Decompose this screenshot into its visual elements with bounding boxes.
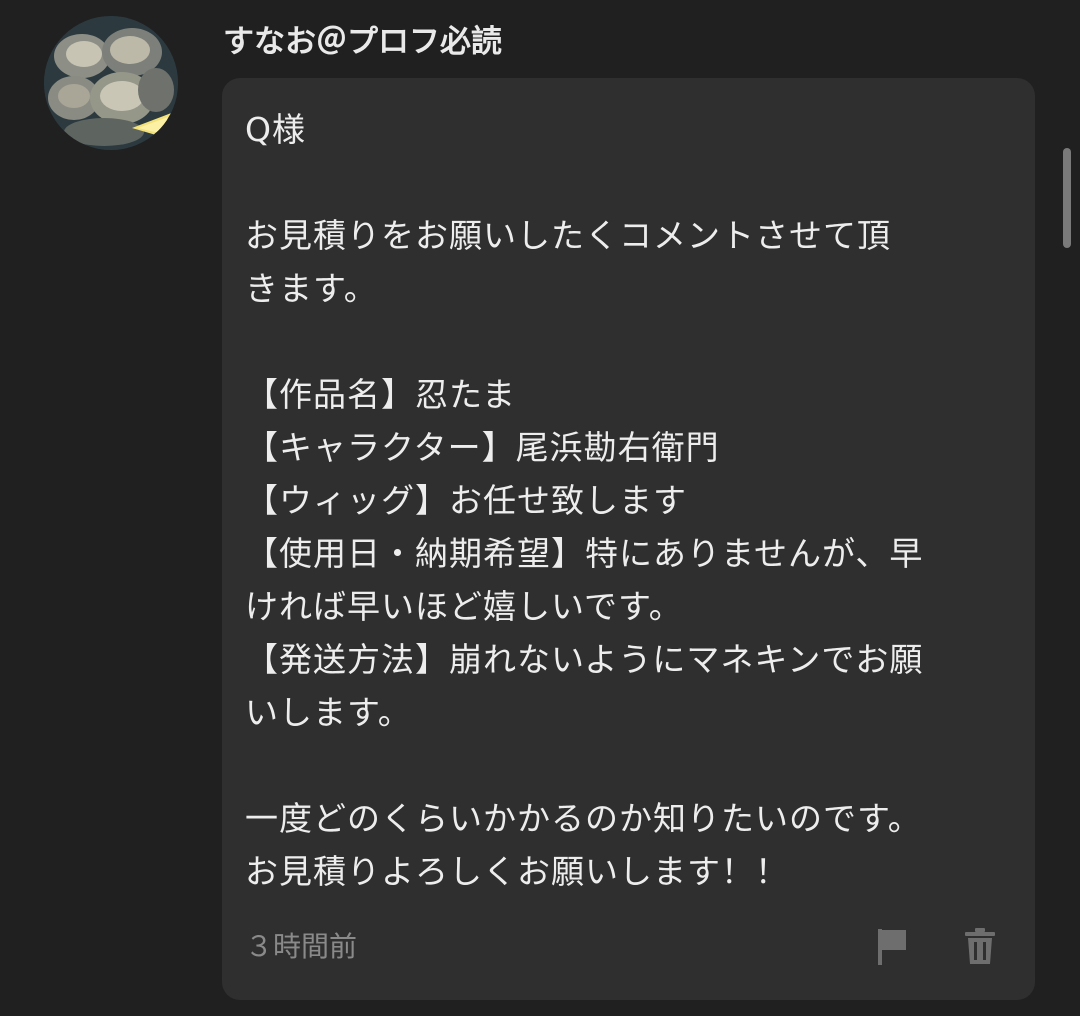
scrollbar-thumb[interactable] (1063, 148, 1071, 248)
delete-button[interactable] (956, 922, 1004, 970)
flag-icon (878, 929, 906, 965)
comment-line: 【使用日・納期希望】特にありませんが、早 (245, 534, 924, 573)
comment-line: お見積りよろしくお願いします！！ (245, 852, 789, 891)
trash-icon (965, 928, 995, 964)
comment-line (245, 156, 1015, 209)
comment-screen: すなお＠プロフ必読 Q様 お見積りをお願いしたくコメントさせて頂 きます。 【作… (0, 0, 1080, 1016)
comment-author-name[interactable]: すなお＠プロフ必読 (223, 18, 502, 66)
comment-line: Q様 (245, 110, 306, 149)
comment-line (245, 315, 1015, 368)
comment-line: いします。 (245, 693, 412, 732)
comment-line: ければ早いほど嬉しいです。 (245, 587, 683, 626)
comment-line: 【作品名】忍たま (245, 375, 517, 414)
oyster-avatar-image (44, 16, 178, 150)
comment-line: 【ウィッグ】お任せ致します (245, 481, 687, 520)
comment-line: 【発送方法】崩れないようにマネキンでお願 (245, 640, 924, 679)
comment-line: お見積りをお願いしたくコメントさせて頂 (245, 216, 891, 255)
comment-line: きます。 (245, 269, 378, 308)
comment-line: 【キャラクター】尾浜勘右衛門 (245, 428, 720, 467)
comment-line: 一度どのくらいかかるのか知りたいのです。 (245, 799, 922, 838)
comment-line (245, 739, 1015, 792)
comment-timestamp: ３時間前 (245, 930, 358, 963)
report-button[interactable] (868, 922, 916, 970)
user-avatar[interactable] (44, 16, 178, 150)
comment-body: Q様 お見積りをお願いしたくコメントさせて頂 きます。 【作品名】忍たま 【キャ… (245, 103, 1015, 898)
